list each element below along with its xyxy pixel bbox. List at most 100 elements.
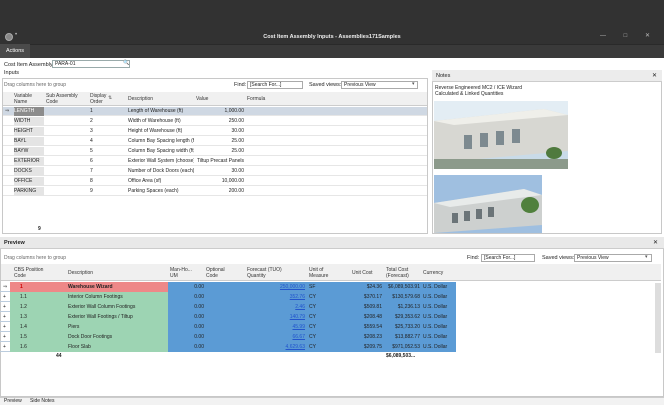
search-icon[interactable]: 🔍 — [123, 60, 130, 68]
window-controls[interactable]: — □ ✕ — [600, 32, 658, 39]
cell-value[interactable]: 200.00 — [196, 187, 244, 196]
col-currency[interactable]: Currency — [423, 270, 443, 276]
table-row[interactable]: +1.2 Exterior Wall Column Footings 0.00 2.4… — [0, 302, 456, 312]
expand-icon[interactable]: + — [3, 302, 11, 312]
col-cbs-code[interactable]: CBS Position Code — [14, 267, 54, 279]
table-row[interactable]: WIDTH 2 Width of Warehouse (ft) 250.00 — [3, 117, 427, 126]
tab-preview[interactable]: Preview — [4, 398, 22, 404]
col-optional-code[interactable]: Optional Code — [206, 267, 230, 279]
cell-display-order: 2 — [90, 118, 93, 124]
cell-value[interactable]: 25.00 — [196, 137, 244, 146]
search-input[interactable]: [Search For...] — [247, 81, 303, 89]
chevron-down-icon[interactable]: ▾ — [645, 254, 648, 260]
cell-display-order: 8 — [90, 178, 93, 184]
cell-variable-name: BAYL — [14, 137, 44, 146]
table-row[interactable]: DOCKS 7 Number of Dock Doors (each) 30.00 — [3, 167, 427, 176]
expand-icon[interactable]: + — [3, 322, 11, 332]
inputs-row-count: 9 — [38, 226, 41, 232]
close-icon[interactable]: ✕ — [653, 239, 658, 246]
cell-value[interactable]: 1,000.00 — [196, 107, 244, 116]
cell-total-cost: $13,882.77 — [386, 332, 420, 342]
col-variable-name[interactable]: Variable Name — [14, 93, 42, 105]
table-row[interactable]: +1.4 Piers 0.00 45.99 CY $559.54 $25,733.20 U.S… — [0, 322, 456, 332]
cell-man-hours-text: 0.00 — [194, 314, 204, 320]
chevron-down-icon[interactable]: ▾ — [412, 81, 415, 87]
cell-forecast-qty-text[interactable]: 45.99 — [292, 324, 305, 330]
cell-forecast-qty-text[interactable]: 250,000.00 — [280, 284, 305, 290]
table-row[interactable]: OFFICE 8 Office Area (sf) 10,000.00 — [3, 177, 427, 186]
table-row[interactable]: ⇒ LENGTH 1 Length of Warehouse (ft) 1,000.00 — [3, 107, 427, 116]
cell-cbs-code-text: 1.5 — [20, 334, 27, 340]
saved-views-select[interactable]: Previous View — [341, 81, 418, 89]
col-man-hours-um[interactable]: Man-Ho... UM — [170, 267, 194, 279]
preview-search-input[interactable]: [Search For...] — [481, 254, 535, 262]
row-indicator-icon[interactable]: ⇒ — [3, 282, 11, 292]
assembly-field[interactable]: PARA-01 — [52, 60, 130, 68]
sort-icon[interactable]: ⇅ — [108, 95, 112, 101]
cell-preview-description: Dock Door Footings — [68, 332, 168, 342]
tab-actions[interactable]: Actions — [0, 44, 30, 58]
cell-value[interactable]: 30.00 — [196, 127, 244, 136]
cell-total-cost-text: $1,236.13 — [397, 304, 420, 310]
cell-description: Height of Warehouse (ft) — [128, 128, 183, 134]
expand-icon[interactable]: + — [3, 332, 11, 342]
cell-currency: U.S. Dollar — [423, 292, 455, 302]
cell-man-hours: 0.00 — [170, 342, 204, 352]
cell-currency: U.S. Dollar — [423, 312, 455, 322]
table-row[interactable]: +1.1 Interior Column Footings 0.00 352.76 CY… — [0, 292, 456, 302]
tab-side-notes[interactable]: Side Notes — [30, 398, 54, 404]
cell-cbs-code-text: 1.3 — [20, 314, 27, 320]
warehouse-image-2 — [434, 175, 542, 233]
cell-uom: CY — [309, 322, 349, 332]
col-value[interactable]: Value — [196, 96, 208, 102]
cell-value[interactable]: 10,000.00 — [196, 177, 244, 186]
table-row[interactable]: BAYL 4 Column Bay Spacing length (ft) 25.00 — [3, 137, 427, 146]
table-row[interactable]: HEIGHT 3 Height of Warehouse (ft) 30.00 — [3, 127, 427, 136]
expand-icon[interactable]: + — [3, 342, 11, 352]
cell-forecast-qty-text[interactable]: 66.67 — [292, 334, 305, 340]
table-row[interactable]: +1.6 Floor Slab 0.00 4,629.63 CY $209.75 $971,… — [0, 342, 456, 352]
cell-cbs-code-text: 1.6 — [20, 344, 27, 350]
cell-uom: CY — [309, 332, 349, 342]
cell-forecast-qty-text[interactable]: 352.76 — [290, 294, 305, 300]
cell-forecast-qty-text[interactable]: 2.46 — [295, 304, 305, 310]
col-preview-description[interactable]: Description — [68, 270, 93, 276]
cell-value[interactable]: 25.00 — [196, 147, 244, 156]
cell-unit-cost-text: $370.17 — [363, 294, 382, 300]
cell-uom: CY — [309, 292, 349, 302]
cell-uom-text: CY — [309, 294, 316, 300]
close-icon[interactable]: ✕ — [652, 72, 657, 79]
inputs-label: Inputs — [4, 70, 19, 76]
cell-forecast-qty-text[interactable]: 140.79 — [290, 314, 305, 320]
preview-header — [0, 237, 664, 249]
cell-man-hours-text: 0.00 — [194, 294, 204, 300]
cell-preview-description: Piers — [68, 322, 168, 332]
cell-variable-name: HEIGHT — [14, 127, 44, 136]
cell-currency-text: U.S. Dollar — [423, 294, 448, 300]
col-unit-cost[interactable]: Unit Cost — [352, 270, 373, 276]
table-row[interactable]: +1.3 Exterior Wall Footings / Tiltup 0.00 1… — [0, 312, 456, 322]
col-forecast-qty[interactable]: Forecast (TUO) Quantity — [247, 267, 297, 279]
cell-value[interactable]: Tiltup Precast Panels — [196, 157, 244, 166]
table-row[interactable]: EXTERIOR 6 Exterior Wall System (choose) Ti… — [3, 157, 427, 166]
table-row[interactable]: +1.5 Dock Door Footings 0.00 66.67 CY $208.23… — [0, 332, 456, 342]
table-row[interactable]: BAYW 5 Column Bay Spacing width (ft) 25.00 — [3, 147, 427, 156]
col-description[interactable]: Description — [128, 96, 153, 102]
expand-icon[interactable]: + — [3, 312, 11, 322]
preview-find-label: Find: — [467, 255, 480, 261]
expand-icon[interactable]: + — [3, 292, 11, 302]
cell-preview-description-text: Exterior Wall Column Footings — [68, 304, 136, 310]
col-total-cost[interactable]: Total Cost (Forecast) — [386, 267, 418, 279]
cell-value[interactable]: 250.00 — [196, 117, 244, 126]
preview-saved-views-select[interactable]: Previous View — [574, 254, 652, 262]
cell-preview-description: Exterior Wall Footings / Tiltup — [68, 312, 168, 322]
table-row[interactable]: PARKING 9 Parking Spaces (each) 200.00 — [3, 187, 427, 196]
cell-value[interactable]: 30.00 — [196, 167, 244, 176]
col-sub-assembly-code[interactable]: Sub Assembly Code — [46, 93, 86, 105]
col-unit-of-measure[interactable]: Unit of Measure — [309, 267, 339, 279]
cell-forecast-qty-text[interactable]: 4,629.63 — [286, 344, 305, 350]
col-formula[interactable]: Formula — [247, 96, 265, 102]
vertical-scrollbar[interactable] — [655, 283, 661, 353]
table-row[interactable]: ⇒ 1 Warehouse Wizard 0.00 250,000.00 SF $24.36… — [0, 282, 456, 292]
cell-total-cost-text: $25,733.20 — [394, 324, 420, 330]
